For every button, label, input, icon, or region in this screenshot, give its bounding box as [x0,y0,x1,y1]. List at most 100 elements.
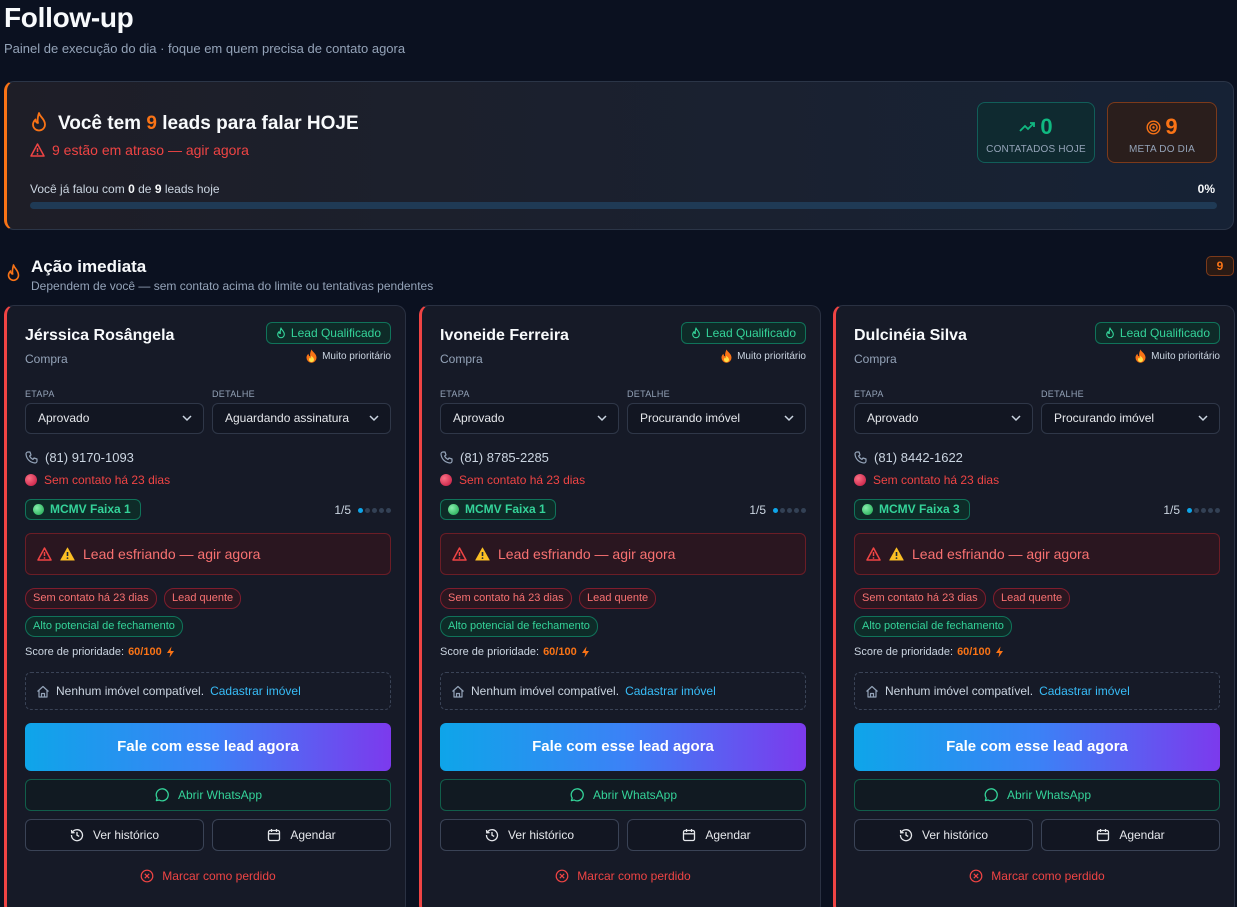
detalhe-label: DETALHE [627,389,670,399]
priority-score: Score de prioridade: 60/100 [440,646,590,658]
register-property-link[interactable]: Cadastrar imóvel [625,684,716,698]
fire-icon [721,349,732,363]
calendar-icon [1097,829,1110,842]
etapa-select[interactable]: Aprovado [440,403,619,434]
tag-hot-lead: Lead quente [993,588,1071,609]
cooling-alert-text: Lead esfriando — agir agora [498,546,676,562]
overdue-warning: 9 estão em atraso — agir agora [30,142,249,158]
section-title: Ação imediata [31,257,147,276]
compatible-property-box: Nenhum imóvel compatível. Cadastrar imóv… [25,672,391,710]
chevron-down-icon [784,415,794,422]
view-history-button[interactable]: Ver histórico [854,819,1033,851]
lead-status-badge: Lead Qualificado [265,322,391,344]
schedule-text: Agendar [705,828,751,842]
lead-card: Dulcinéia Silva Compra Lead Qualificado … [833,305,1235,907]
attempt-dot [801,507,806,513]
contact-lead-button[interactable]: Fale com esse lead agora [854,723,1220,771]
attempt-dot [1215,507,1220,513]
lead-status-text: Lead Qualificado [290,326,381,340]
lead-intent: Compra [440,352,483,366]
no-contact-indicator: Sem contato há 23 dias [25,473,170,487]
progress-mid: de [138,182,152,196]
mark-lost-button[interactable]: Marcar como perdido [440,868,806,884]
etapa-select[interactable]: Aprovado [25,403,204,434]
attempt-count: 1/5 [334,503,351,517]
daily-goal-stat: 9 META DO DIA [1107,102,1217,163]
detalhe-select[interactable]: Procurando imóvel [627,403,806,434]
whatsapp-icon [570,787,584,801]
etapa-label: ETAPA [25,389,55,399]
priority-indicator: Muito prioritário [1135,349,1220,363]
lead-phone-text: (81) 8442-1622 [874,450,963,465]
progress-bar [30,202,1217,209]
flame-icon [277,327,285,339]
priority-score-value: 60/100 [957,646,991,658]
open-whatsapp-button[interactable]: Abrir WhatsApp [440,779,806,811]
home-icon [866,685,878,698]
register-property-link[interactable]: Cadastrar imóvel [210,684,301,698]
detalhe-select-value: Procurando imóvel [1054,411,1155,425]
tag-no-contact: Sem contato há 23 dias [440,588,572,609]
lead-name: Jérssica Rosângela [25,327,175,344]
progress-text: Você já falou com 0 de 9 leads hoje [30,182,220,196]
compatible-property-box: Nenhum imóvel compatível. Cadastrar imóv… [440,672,806,710]
lightning-icon [995,646,1003,658]
whatsapp-icon [984,787,998,801]
mark-lost-button[interactable]: Marcar como perdido [854,868,1220,884]
banner-title-count: 9 [146,113,157,134]
contact-lead-button[interactable]: Fale com esse lead agora [440,723,806,771]
register-property-link[interactable]: Cadastrar imóvel [1039,684,1130,698]
detalhe-select-value: Procurando imóvel [640,411,741,425]
lead-name: Dulcinéia Silva [854,327,967,344]
etapa-select[interactable]: Aprovado [854,403,1033,434]
priority-text: Muito prioritário [322,350,391,362]
warning-emoji-icon [60,547,75,561]
trend-up-icon [1019,122,1036,132]
attempt-dots [1187,507,1220,513]
warning-triangle-icon [30,143,45,157]
schedule-button[interactable]: Agendar [627,819,806,851]
tag-high-potential: Alto potencial de fechamento [854,616,1012,637]
progress-percent: 0% [1197,182,1215,196]
mark-lost-button[interactable]: Marcar como perdido [25,868,391,884]
warning-triangle-icon [452,547,467,561]
history-icon [485,829,499,842]
attempt-stepper: 1/5 [334,503,391,517]
progress-total: 9 [154,182,162,196]
calendar-icon [683,829,696,842]
detalhe-select[interactable]: Procurando imóvel [1041,403,1220,434]
detalhe-label: DETALHE [212,389,255,399]
progress-done: 0 [128,182,135,196]
lead-phone[interactable]: (81) 9170-1093 [25,450,134,465]
priority-score-label: Score de prioridade: [440,646,540,658]
mark-lost-text: Marcar como perdido [577,869,691,883]
schedule-button[interactable]: Agendar [1041,819,1220,851]
cooling-alert: Lead esfriando — agir agora [440,533,806,575]
close-circle-icon [140,869,154,883]
fire-icon [306,349,317,363]
contact-lead-button[interactable]: Fale com esse lead agora [25,723,391,771]
view-history-button[interactable]: Ver histórico [440,819,619,851]
detalhe-select[interactable]: Aguardando assinatura [212,403,391,434]
lead-phone[interactable]: (81) 8442-1622 [854,450,963,465]
etapa-select-value: Aprovado [38,411,90,425]
green-status-dot [448,504,459,515]
phone-icon [25,451,38,464]
page-title: Follow-up [4,2,134,33]
lead-phone[interactable]: (81) 8785-2285 [440,450,549,465]
fire-icon [1135,349,1146,363]
home-icon [37,685,49,698]
warning-triangle-icon [37,547,52,561]
schedule-button[interactable]: Agendar [212,819,391,851]
open-whatsapp-button[interactable]: Abrir WhatsApp [25,779,391,811]
open-whatsapp-button[interactable]: Abrir WhatsApp [854,779,1220,811]
detalhe-select-value: Aguardando assinatura [225,411,350,425]
progress-prefix: Você já falou com [30,182,125,196]
view-history-text: Ver histórico [921,828,989,842]
etapa-select-value: Aprovado [453,411,505,425]
no-contact-text: Sem contato há 23 dias [873,473,1000,487]
view-history-button[interactable]: Ver histórico [25,819,204,851]
banner-title: Você tem 9 leads para falar HOJE [58,113,359,135]
section-subtitle: Dependem de você — sem contato acima do … [31,279,434,293]
priority-score: Score de prioridade: 60/100 [25,646,175,658]
